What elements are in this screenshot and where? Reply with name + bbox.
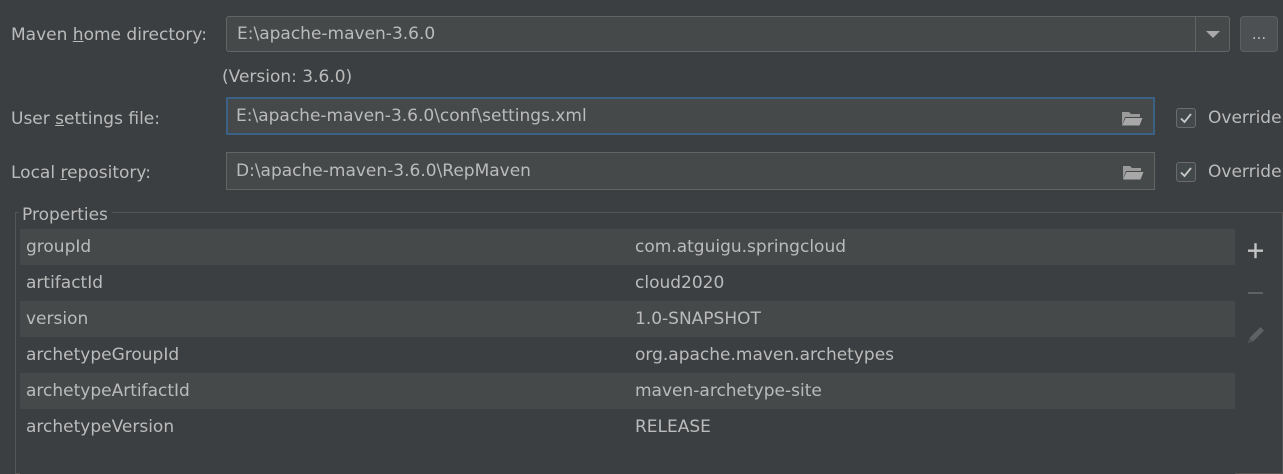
properties-toolbar xyxy=(1236,229,1276,349)
user-settings-override-checkbox[interactable] xyxy=(1176,108,1196,128)
maven-home-value: E:\apache-maven-3.6.0 xyxy=(237,24,436,44)
local-repository-value: D:\apache-maven-3.6.0\RepMaven xyxy=(236,161,531,181)
remove-icon xyxy=(1248,292,1263,294)
add-button[interactable] xyxy=(1236,233,1276,269)
user-settings-field[interactable]: E:\apache-maven-3.6.0\conf\settings.xml xyxy=(226,97,1155,135)
property-value: maven-archetype-site xyxy=(635,381,822,401)
local-repository-override-checkbox[interactable] xyxy=(1176,162,1196,182)
edit-button[interactable] xyxy=(1236,317,1276,353)
property-key: version xyxy=(26,309,89,329)
edit-icon xyxy=(1248,327,1264,343)
table-row[interactable]: version 1.0-SNAPSHOT xyxy=(20,301,1235,337)
local-repository-override-label: Override xyxy=(1208,162,1282,182)
property-value: RELEASE xyxy=(635,417,711,437)
chevron-down-icon[interactable] xyxy=(1195,17,1229,51)
browse-button[interactable]: ... xyxy=(1240,16,1278,52)
maven-home-label: Maven home directory: xyxy=(11,25,207,45)
maven-home-combobox[interactable]: E:\apache-maven-3.6.0 xyxy=(226,16,1230,52)
user-settings-value: E:\apache-maven-3.6.0\conf\settings.xml xyxy=(236,106,587,126)
maven-version-text: (Version: 3.6.0) xyxy=(222,67,353,87)
property-key: archetypeVersion xyxy=(26,417,175,437)
table-row[interactable]: groupId com.atguigu.springcloud xyxy=(20,229,1235,265)
remove-button[interactable] xyxy=(1236,275,1276,311)
properties-title: Properties xyxy=(19,204,112,226)
local-repository-field[interactable]: D:\apache-maven-3.6.0\RepMaven xyxy=(226,152,1155,190)
table-row[interactable]: artifactId cloud2020 xyxy=(20,265,1235,301)
property-key: artifactId xyxy=(26,273,104,293)
properties-table: groupId com.atguigu.springcloud artifact… xyxy=(20,229,1235,474)
property-key: archetypeGroupId xyxy=(26,345,180,365)
table-row[interactable]: archetypeArtifactId maven-archetype-site xyxy=(20,373,1235,409)
property-value: 1.0-SNAPSHOT xyxy=(635,309,761,329)
property-key: groupId xyxy=(26,237,92,257)
folder-icon[interactable] xyxy=(1122,164,1144,180)
property-value: cloud2020 xyxy=(635,273,725,293)
property-value: com.atguigu.springcloud xyxy=(635,237,847,257)
maven-settings-panel: Maven home directory: E:\apache-maven-3.… xyxy=(0,0,1283,474)
table-row[interactable]: archetypeVersion RELEASE xyxy=(20,409,1235,445)
user-settings-label: User settings file: xyxy=(11,109,160,129)
folder-icon[interactable] xyxy=(1121,110,1143,126)
table-row[interactable]: archetypeGroupId org.apache.maven.archet… xyxy=(20,337,1235,373)
add-icon xyxy=(1248,243,1263,259)
property-key: archetypeArtifactId xyxy=(26,381,190,401)
checkmark-icon xyxy=(1180,113,1192,124)
user-settings-override-label: Override xyxy=(1208,108,1282,128)
local-repository-label: Local repository: xyxy=(11,163,151,183)
property-value: org.apache.maven.archetypes xyxy=(635,345,895,365)
checkmark-icon xyxy=(1180,167,1192,178)
